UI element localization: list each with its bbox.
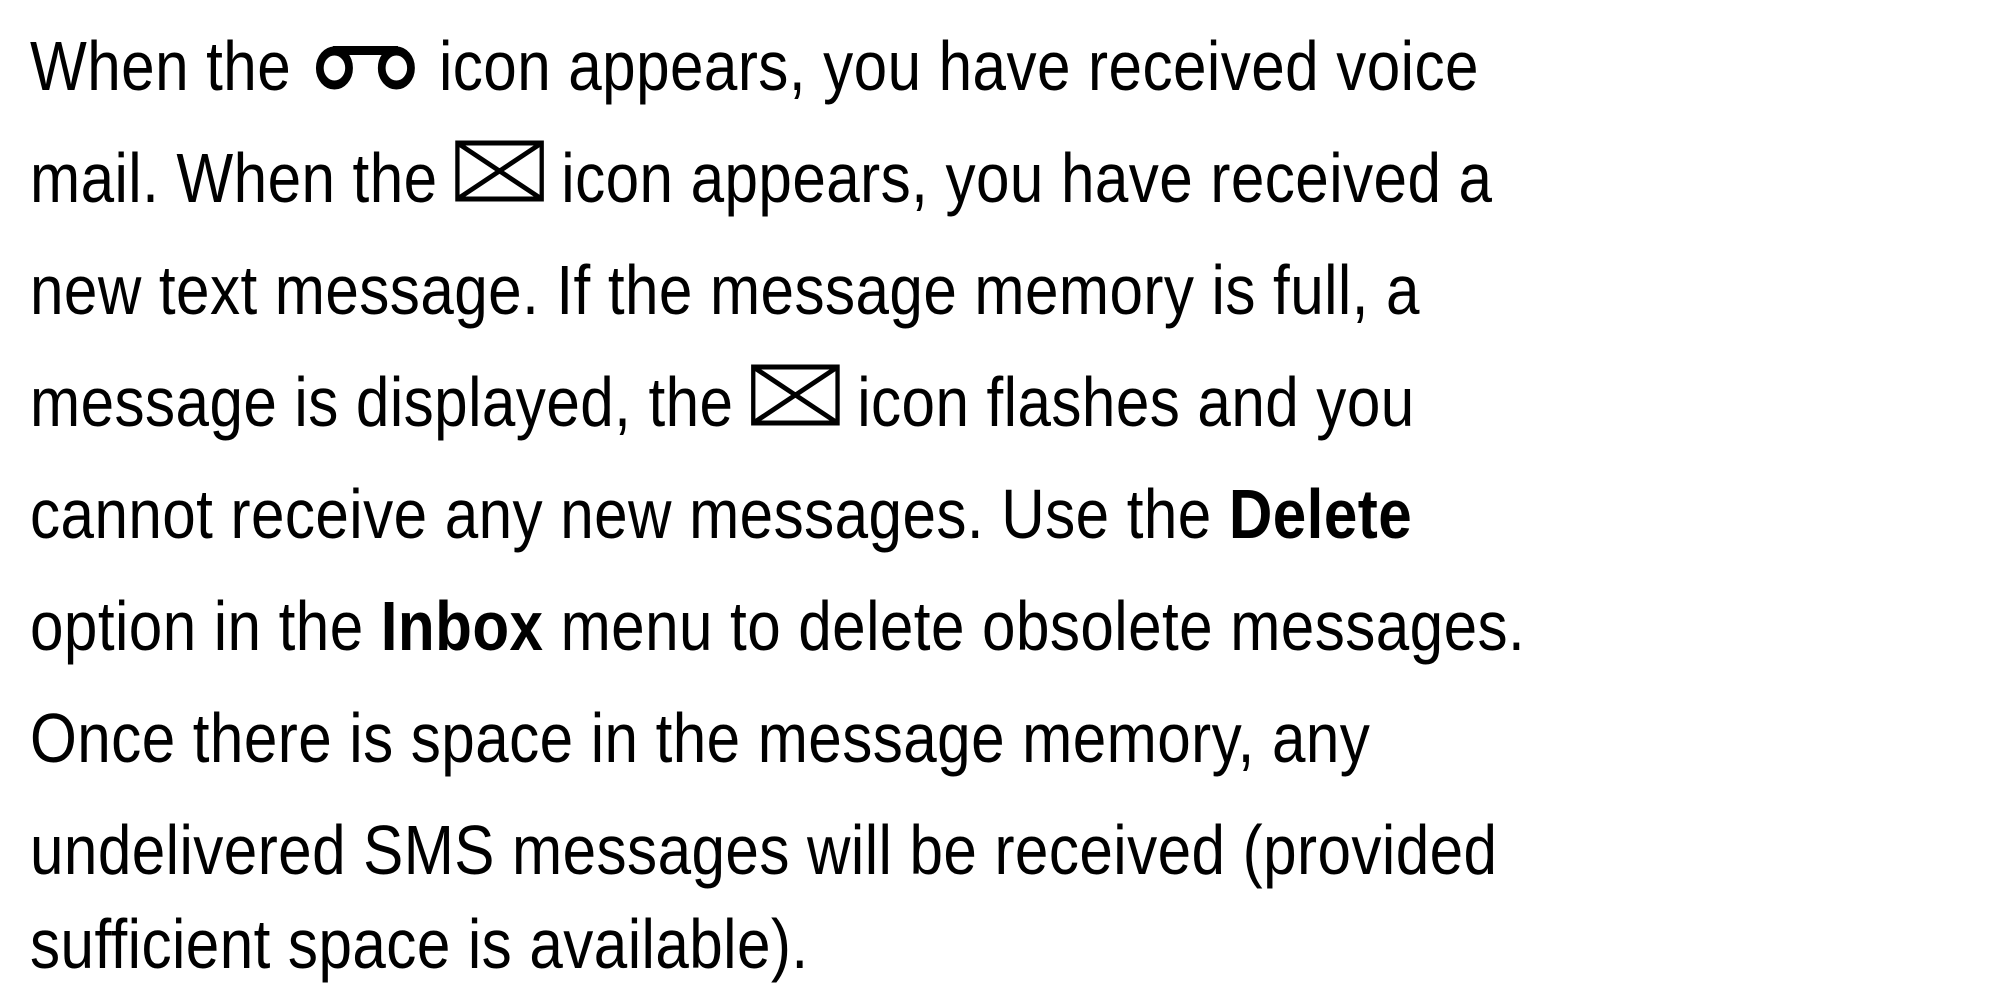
line2-text-b: icon appears, you have received a (544, 139, 1493, 217)
paragraph-line-1: When the icon appears, you have received… (30, 10, 1479, 122)
line4-text-b: icon flashes and you (840, 363, 1415, 441)
paragraph-line-6: option in the Inbox menu to delete obsol… (30, 570, 1525, 682)
delete-option-label: Delete (1228, 475, 1413, 553)
line3-text: new text message. If the message memory … (30, 251, 1420, 329)
paragraph-line-4: message is displayed, the icon flashes a… (30, 346, 1415, 458)
paragraph-line-7: Once there is space in the message memor… (30, 682, 1370, 794)
inbox-menu-label: Inbox (380, 587, 544, 665)
line1-text-a: When the (30, 27, 309, 105)
paragraph-line-3: new text message. If the message memory … (30, 234, 1420, 346)
envelope-icon (751, 364, 840, 426)
voicemail-icon (308, 46, 422, 90)
line7-text: Once there is space in the message memor… (30, 699, 1371, 777)
manual-page: When the icon appears, you have received… (0, 0, 2000, 988)
line6-text-a: option in the (30, 587, 381, 665)
envelope-icon (455, 140, 544, 202)
line2-text-a: mail. When the (30, 139, 455, 217)
paragraph-line-2: mail. When the icon appears, you have re… (30, 122, 1492, 234)
line4-text-a: message is displayed, the (30, 363, 751, 441)
paragraph-line-9: sufficient space is available). (30, 888, 809, 1000)
line8-text: undelivered SMS messages will be receive… (30, 811, 1498, 889)
line1-text-b: icon appears, you have received voice (421, 27, 1479, 105)
line5-text-a: cannot receive any new messages. Use the (30, 475, 1229, 553)
paragraph-line-5: cannot receive any new messages. Use the… (30, 458, 1412, 570)
line9-text: sufficient space is available). (30, 905, 809, 983)
line6-text-b: menu to delete obsolete messages. (543, 587, 1526, 665)
